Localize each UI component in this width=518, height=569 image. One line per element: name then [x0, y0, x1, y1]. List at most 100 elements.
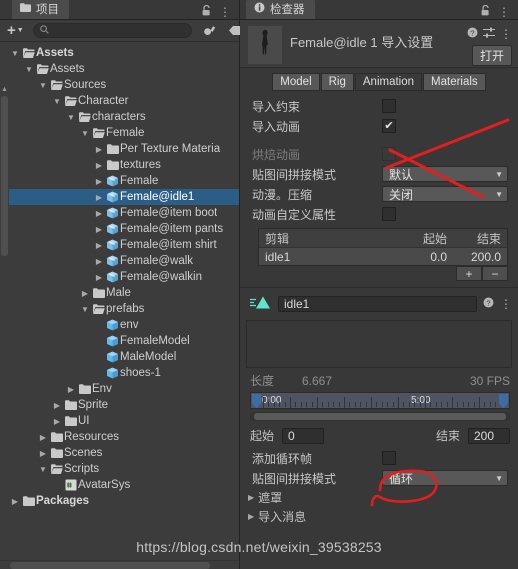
scroll-up-arrow-icon[interactable]: ▲	[0, 86, 9, 93]
range-end-marker[interactable]	[499, 394, 508, 408]
help-icon[interactable]: ?	[467, 27, 478, 41]
kebab-menu-icon[interactable]: ⋮	[494, 5, 514, 19]
twisty-collapsed-icon[interactable]: ▶	[93, 177, 105, 186]
tree-item[interactable]: ▶ Packages	[9, 493, 239, 509]
tree-item[interactable]: ▶ Female@item shirt	[9, 237, 239, 253]
twisty-collapsed-icon[interactable]: ▶	[37, 433, 49, 442]
tree-item[interactable]: ▶ Male	[9, 285, 239, 301]
twisty-collapsed-icon[interactable]: ▶	[93, 273, 105, 282]
twisty-collapsed-icon[interactable]: ▶	[9, 497, 21, 506]
remove-clip-button[interactable]: −	[482, 266, 508, 281]
tree-item[interactable]: ▼ prefabs	[9, 301, 239, 317]
tree-item[interactable]: ▶ Scenes	[9, 445, 239, 461]
tree-item[interactable]: MaleModel	[9, 349, 239, 365]
tab-inspector[interactable]: 检查器	[246, 0, 315, 19]
twisty-expanded-icon[interactable]: ▼	[23, 65, 35, 74]
tab-model[interactable]: Model	[272, 73, 320, 91]
clip-name-input[interactable]: idle1	[278, 296, 477, 312]
tab-rig[interactable]: Rig	[320, 73, 354, 91]
scroll-thumb-horizontal[interactable]	[10, 562, 210, 569]
importer-tab-bar[interactable]: Model Rig Animation Materials	[240, 68, 518, 96]
project-horizontal-scrollbar[interactable]	[0, 560, 239, 569]
tree-item[interactable]: ▼ Assets	[9, 45, 239, 61]
kebab-menu-icon[interactable]: ⋮	[215, 5, 235, 19]
tree-item[interactable]: ▶ Female@walk	[9, 253, 239, 269]
tree-item[interactable]: FemaleModel	[9, 333, 239, 349]
help-icon[interactable]: ?	[483, 297, 494, 311]
tree-item[interactable]: ▼ characters	[9, 109, 239, 125]
twisty-collapsed-icon[interactable]: ▶	[93, 209, 105, 218]
twisty-collapsed-icon[interactable]: ▶	[93, 225, 105, 234]
twisty-collapsed-icon[interactable]: ▶	[248, 493, 254, 502]
tree-item[interactable]: ▶ UI	[9, 413, 239, 429]
foldout-section[interactable]: ▶ 导入消息	[240, 507, 518, 526]
scroll-thumb-timeline[interactable]	[254, 413, 506, 420]
tree-item[interactable]: ▼ Female	[9, 125, 239, 141]
twisty-expanded-icon[interactable]: ▼	[37, 465, 49, 474]
tree-item[interactable]: ▼ Sources	[9, 77, 239, 93]
tree-item[interactable]: ▼ Assets	[9, 61, 239, 77]
kebab-menu-icon[interactable]: ⋮	[500, 27, 512, 41]
property-checkbox[interactable]	[382, 99, 396, 113]
twisty-collapsed-icon[interactable]: ▶	[65, 385, 77, 394]
tree-item[interactable]: ▶ Per Texture Materia	[9, 141, 239, 157]
twisty-expanded-icon[interactable]: ▼	[37, 81, 49, 90]
twisty-collapsed-icon[interactable]: ▶	[93, 257, 105, 266]
twisty-collapsed-icon[interactable]: ▶	[93, 161, 105, 170]
range-start-marker[interactable]	[252, 394, 261, 408]
tree-item[interactable]: ▶ Female@walkin	[9, 269, 239, 285]
clip-end-input[interactable]: 200	[468, 427, 510, 444]
twisty-collapsed-icon[interactable]: ▶	[79, 289, 91, 298]
twisty-collapsed-icon[interactable]: ▶	[93, 193, 105, 202]
loop-frame-checkbox[interactable]	[382, 451, 396, 465]
clip-start-input[interactable]: 0	[282, 427, 325, 444]
clip-table[interactable]: 剪辑 起始 结束 idle1 0.0 200.0	[258, 228, 508, 266]
twisty-expanded-icon[interactable]: ▼	[9, 49, 21, 58]
search-input[interactable]	[52, 25, 185, 36]
add-clip-button[interactable]: +	[456, 266, 482, 281]
twisty-expanded-icon[interactable]: ▼	[65, 113, 77, 122]
tree-item[interactable]: env	[9, 317, 239, 333]
tree-item[interactable]: ▶ textures	[9, 157, 239, 173]
tree-item-selected[interactable]: ▶ Female@idle1	[9, 189, 239, 205]
twisty-expanded-icon[interactable]: ▼	[79, 305, 91, 314]
property-dropdown[interactable]: 关闭 ▼	[382, 186, 508, 202]
tab-materials[interactable]: Materials	[423, 73, 486, 91]
timeline-ruler[interactable]: 0:00 5:00	[250, 392, 510, 409]
project-vertical-scrollbar[interactable]: ▲	[0, 86, 9, 560]
twisty-collapsed-icon[interactable]: ▶	[93, 241, 105, 250]
twisty-collapsed-icon[interactable]: ▶	[51, 417, 63, 426]
twisty-collapsed-icon[interactable]: ▶	[248, 512, 254, 521]
tree-item[interactable]: ▶ Female@item pants	[9, 221, 239, 237]
tree-item[interactable]: ▶ Env	[9, 381, 239, 397]
twisty-collapsed-icon[interactable]: ▶	[93, 145, 105, 154]
table-row[interactable]: idle1 0.0 200.0	[259, 247, 507, 265]
tree-item[interactable]: ▼ Scripts	[9, 461, 239, 477]
tree-item[interactable]: shoes-1	[9, 365, 239, 381]
lock-open-icon[interactable]	[198, 4, 215, 19]
tree-item[interactable]: ▼ Character	[9, 93, 239, 109]
twisty-expanded-icon[interactable]: ▼	[79, 129, 91, 138]
tree-item[interactable]: ▶ Female	[9, 173, 239, 189]
twisty-collapsed-icon[interactable]: ▶	[51, 401, 63, 410]
asset-tree[interactable]: ▲ ▼ Assets ▼ Assets ▼ Sources ▼ Character ▼ chara…	[0, 42, 239, 560]
preset-settings-icon[interactable]	[483, 27, 495, 41]
property-dropdown[interactable]: 默认 ▼	[382, 166, 508, 182]
wrap-mode-dropdown[interactable]: 循环 ▼	[382, 470, 508, 486]
open-button[interactable]: 打开	[471, 45, 512, 66]
tree-item[interactable]: ▶ Resources	[9, 429, 239, 445]
kebab-menu-icon[interactable]: ⋮	[500, 297, 512, 311]
create-asset-button[interactable]: + ▼	[3, 22, 28, 39]
tree-item[interactable]: AvatarSys	[9, 477, 239, 493]
property-checkbox[interactable]: ✔	[382, 119, 396, 133]
filter-by-type-button[interactable]	[199, 24, 220, 37]
tab-animation[interactable]: Animation	[354, 73, 423, 91]
tree-item[interactable]: ▶ Female@item boot	[9, 205, 239, 221]
lock-open-icon[interactable]	[477, 4, 494, 19]
tree-item[interactable]: ▶ Sprite	[9, 397, 239, 413]
twisty-collapsed-icon[interactable]: ▶	[37, 449, 49, 458]
timeline-scrollbar[interactable]	[250, 412, 510, 421]
twisty-expanded-icon[interactable]: ▼	[51, 97, 63, 106]
scroll-thumb[interactable]	[1, 96, 8, 256]
foldout-section[interactable]: ▶ 遮罩	[240, 488, 518, 507]
